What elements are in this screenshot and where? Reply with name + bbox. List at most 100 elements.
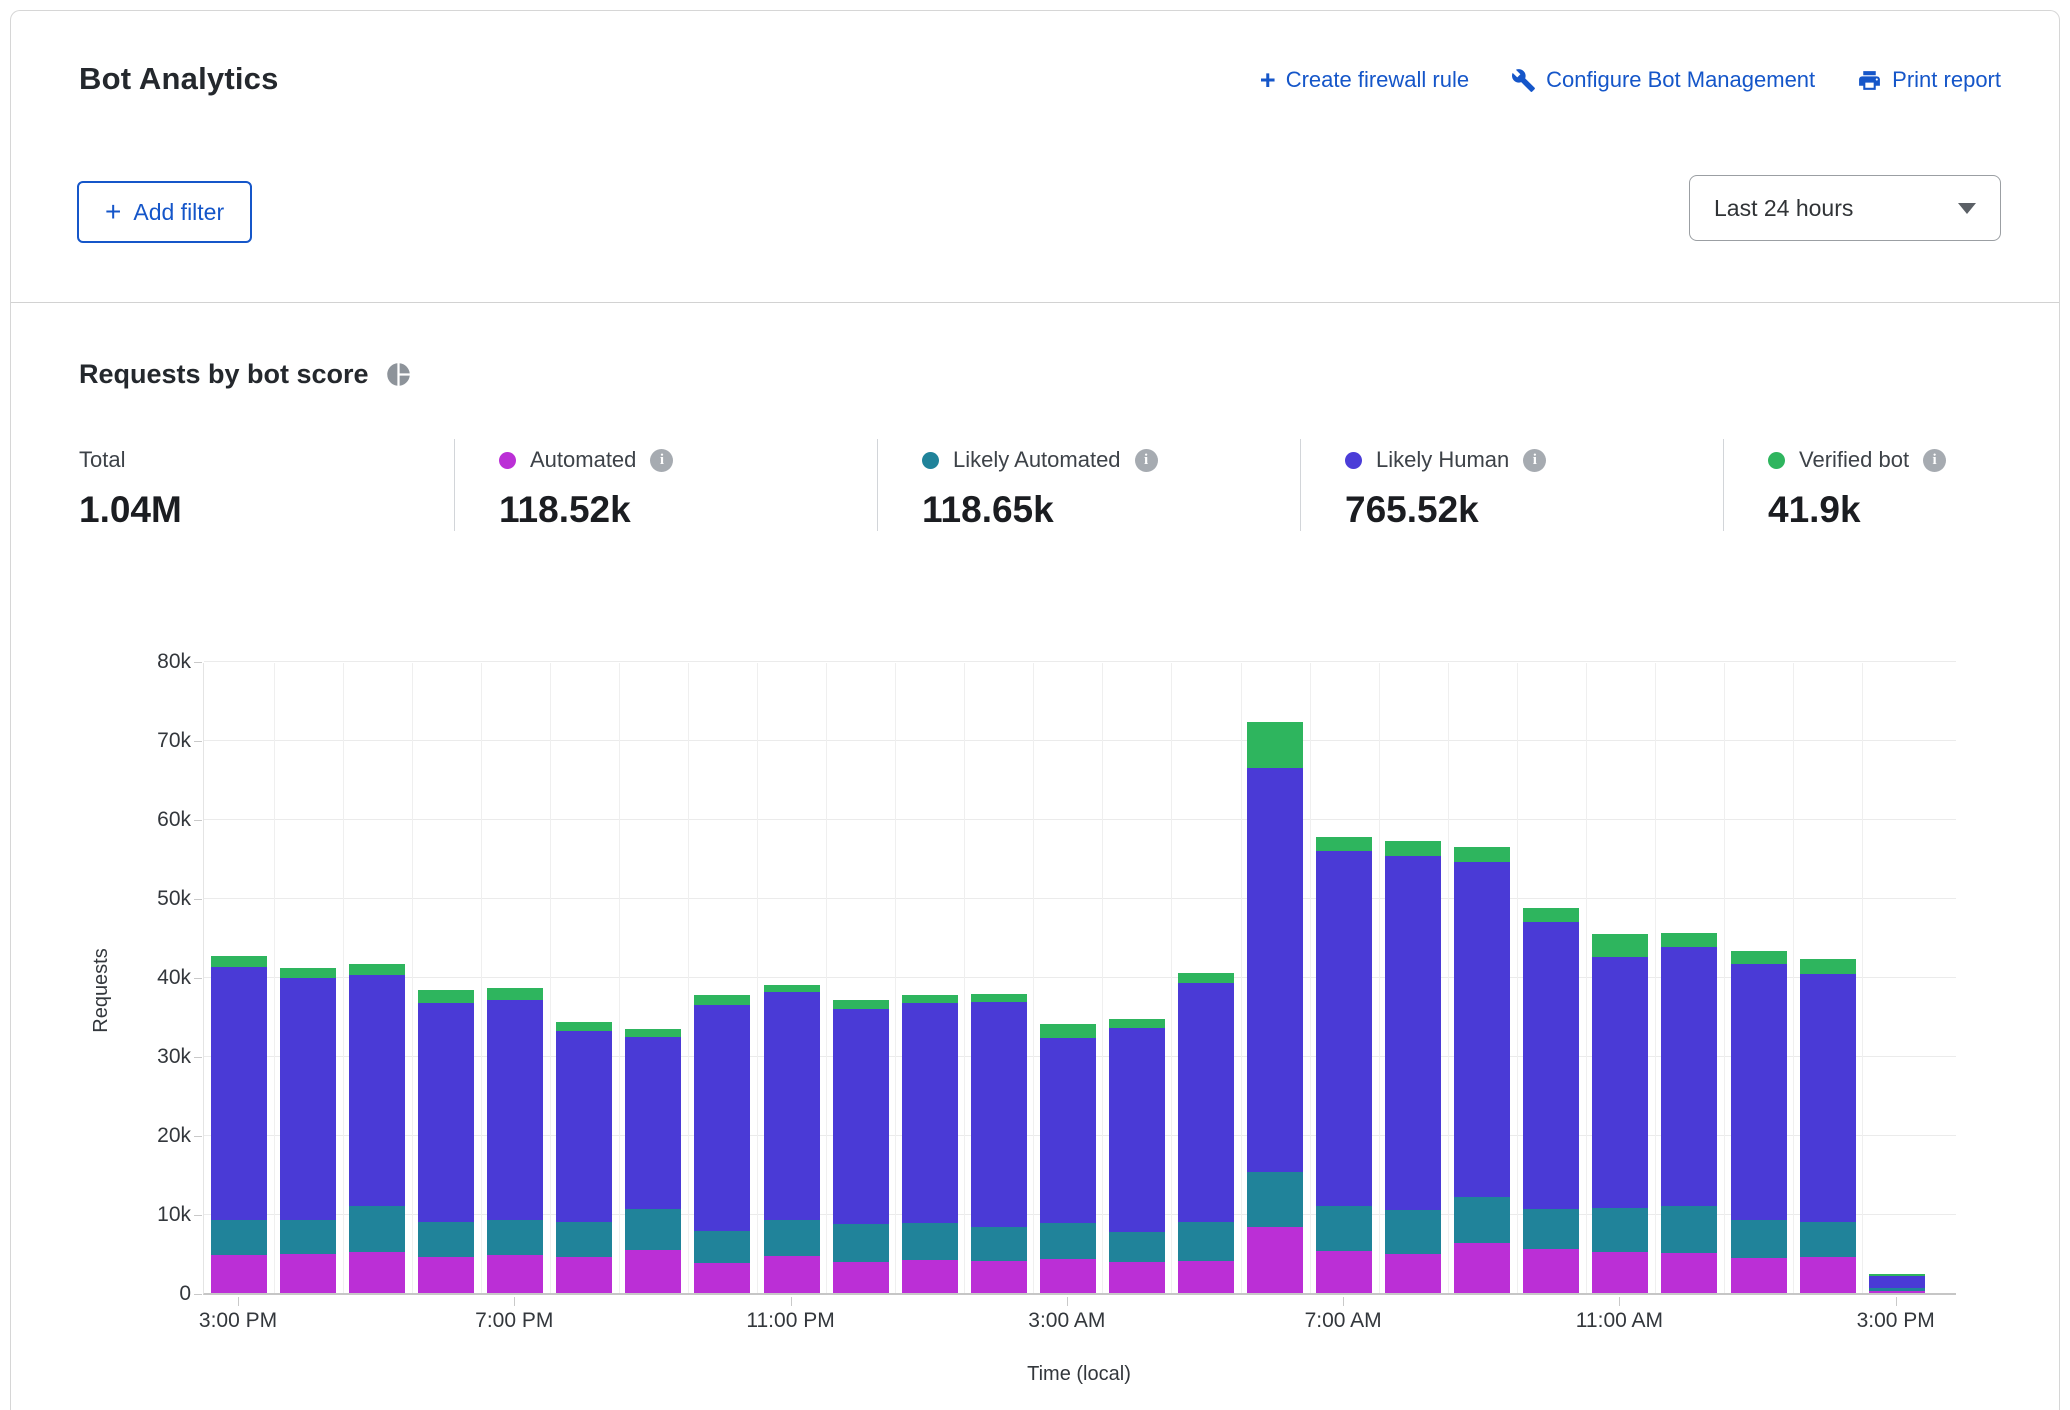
bar-segment-likely-human: [487, 1000, 543, 1220]
chart-bar-1200am[interactable]: [833, 1000, 889, 1293]
bar-segment-likely-human: [1592, 957, 1648, 1207]
chart-bar-1200pm[interactable]: [1661, 933, 1717, 1293]
bar-segment-automated: [1454, 1243, 1510, 1293]
y-tick-mark: [194, 820, 202, 821]
chart-bar-1100am[interactable]: [1592, 934, 1648, 1293]
chart-bar-700am[interactable]: [1316, 837, 1372, 1293]
y-axis-label: 30k: [81, 1045, 191, 1069]
add-filter-button[interactable]: + Add filter: [77, 181, 252, 243]
stat-label: Likely Human: [1376, 447, 1509, 473]
bar-segment-verified-bot: [1731, 951, 1787, 964]
x-axis-label: 11:00 AM: [1576, 1309, 1663, 1333]
likely-human-legend-dot: [1345, 452, 1362, 469]
bar-segment-automated: [1040, 1259, 1096, 1293]
chart-bar-400am[interactable]: [1109, 1019, 1165, 1293]
likely-automated-legend-dot: [922, 452, 939, 469]
add-filter-label: Add filter: [133, 199, 224, 226]
bar-segment-likely-automated: [1454, 1197, 1510, 1243]
bar-segment-likely-automated: [487, 1220, 543, 1256]
gridline: [1033, 663, 1034, 1293]
y-axis-label: 40k: [81, 966, 191, 990]
bot-analytics-card: Bot Analytics + Create firewall rule Con…: [10, 10, 2060, 1410]
x-tick-mark: [1343, 1297, 1344, 1306]
chart-bar-800am[interactable]: [1385, 841, 1441, 1293]
time-range-dropdown[interactable]: Last 24 hours: [1689, 175, 2001, 241]
bar-segment-automated: [280, 1254, 336, 1293]
gridline: [481, 663, 482, 1293]
info-icon[interactable]: i: [1523, 449, 1546, 472]
chart-bar-900am[interactable]: [1454, 847, 1510, 1293]
chart-bar-300pm[interactable]: [211, 956, 267, 1293]
stat-automated: Automated i 118.52k: [454, 439, 877, 531]
bar-segment-likely-automated: [349, 1206, 405, 1252]
x-tick-mark: [791, 1297, 792, 1306]
chart-bar-600pm[interactable]: [418, 990, 474, 1293]
bar-segment-likely-automated: [1592, 1208, 1648, 1252]
bar-segment-likely-human: [971, 1002, 1027, 1227]
gridline: [1448, 663, 1449, 1293]
chart-bar-1100pm[interactable]: [764, 985, 820, 1293]
chart-bar-700pm[interactable]: [487, 988, 543, 1293]
verified-bot-legend-dot: [1768, 452, 1785, 469]
bar-segment-likely-automated: [694, 1231, 750, 1263]
bar-segment-automated: [1247, 1227, 1303, 1293]
bar-segment-likely-automated: [1661, 1206, 1717, 1253]
chart-bar-500am[interactable]: [1178, 973, 1234, 1293]
chart-bar-600am[interactable]: [1247, 722, 1303, 1293]
bar-segment-likely-human: [1454, 862, 1510, 1198]
chart-bar-300am[interactable]: [1040, 1024, 1096, 1293]
header-actions: + Create firewall rule Configure Bot Man…: [1260, 67, 2001, 93]
bar-segment-likely-automated: [1247, 1172, 1303, 1227]
plus-icon: +: [1260, 69, 1276, 91]
gridline: [1171, 663, 1172, 1293]
bar-segment-likely-automated: [418, 1222, 474, 1258]
bar-segment-likely-human: [556, 1031, 612, 1222]
chart-bar-400pm[interactable]: [280, 968, 336, 1293]
chart-bar-800pm[interactable]: [556, 1022, 612, 1293]
chart-bar-300pm[interactable]: [1869, 1274, 1925, 1293]
print-report-link[interactable]: Print report: [1857, 67, 2001, 93]
info-icon[interactable]: i: [1135, 449, 1158, 472]
configure-bot-management-link[interactable]: Configure Bot Management: [1511, 67, 1815, 93]
bar-segment-automated: [487, 1255, 543, 1293]
chart-bar-200pm[interactable]: [1800, 959, 1856, 1293]
bar-segment-automated: [418, 1257, 474, 1293]
gridline: [1310, 663, 1311, 1293]
bar-segment-likely-automated: [625, 1209, 681, 1249]
page-title: Bot Analytics: [79, 61, 279, 97]
chart-bar-1000pm[interactable]: [694, 995, 750, 1293]
wrench-icon: [1511, 68, 1536, 93]
info-icon[interactable]: i: [650, 449, 673, 472]
bar-segment-automated: [625, 1250, 681, 1294]
chart-bar-200am[interactable]: [971, 994, 1027, 1293]
info-icon[interactable]: i: [1923, 449, 1946, 472]
chart-bar-100am[interactable]: [902, 995, 958, 1293]
gridline: [1862, 663, 1863, 1293]
gridline: [204, 661, 1956, 662]
bar-segment-likely-human: [280, 978, 336, 1220]
x-tick-mark: [238, 1297, 239, 1306]
chart-bar-1000am[interactable]: [1523, 908, 1579, 1293]
x-tick-mark: [514, 1297, 515, 1306]
bar-segment-likely-human: [1869, 1276, 1925, 1289]
time-range-value: Last 24 hours: [1714, 195, 1853, 222]
bar-segment-likely-human: [694, 1005, 750, 1231]
bar-segment-verified-bot: [1247, 722, 1303, 768]
stat-likely-automated: Likely Automated i 118.65k: [877, 439, 1300, 531]
chart-bar-100pm[interactable]: [1731, 951, 1787, 1293]
gridline: [1379, 663, 1380, 1293]
y-tick-mark: [194, 899, 202, 900]
y-tick-mark: [194, 1136, 202, 1137]
chart-bar-900pm[interactable]: [625, 1029, 681, 1293]
stat-label: Verified bot: [1799, 447, 1909, 473]
bar-segment-verified-bot: [1385, 841, 1441, 856]
automated-legend-dot: [499, 452, 516, 469]
bar-segment-verified-bot: [694, 995, 750, 1005]
create-firewall-rule-link[interactable]: + Create firewall rule: [1260, 67, 1469, 93]
bar-segment-likely-automated: [1731, 1220, 1787, 1258]
chart-bar-500pm[interactable]: [349, 964, 405, 1293]
bar-segment-verified-bot: [1661, 933, 1717, 947]
bar-segment-likely-human: [1316, 851, 1372, 1207]
chart-title-text: Requests by bot score: [79, 359, 369, 390]
configure-bot-management-label: Configure Bot Management: [1546, 67, 1815, 93]
